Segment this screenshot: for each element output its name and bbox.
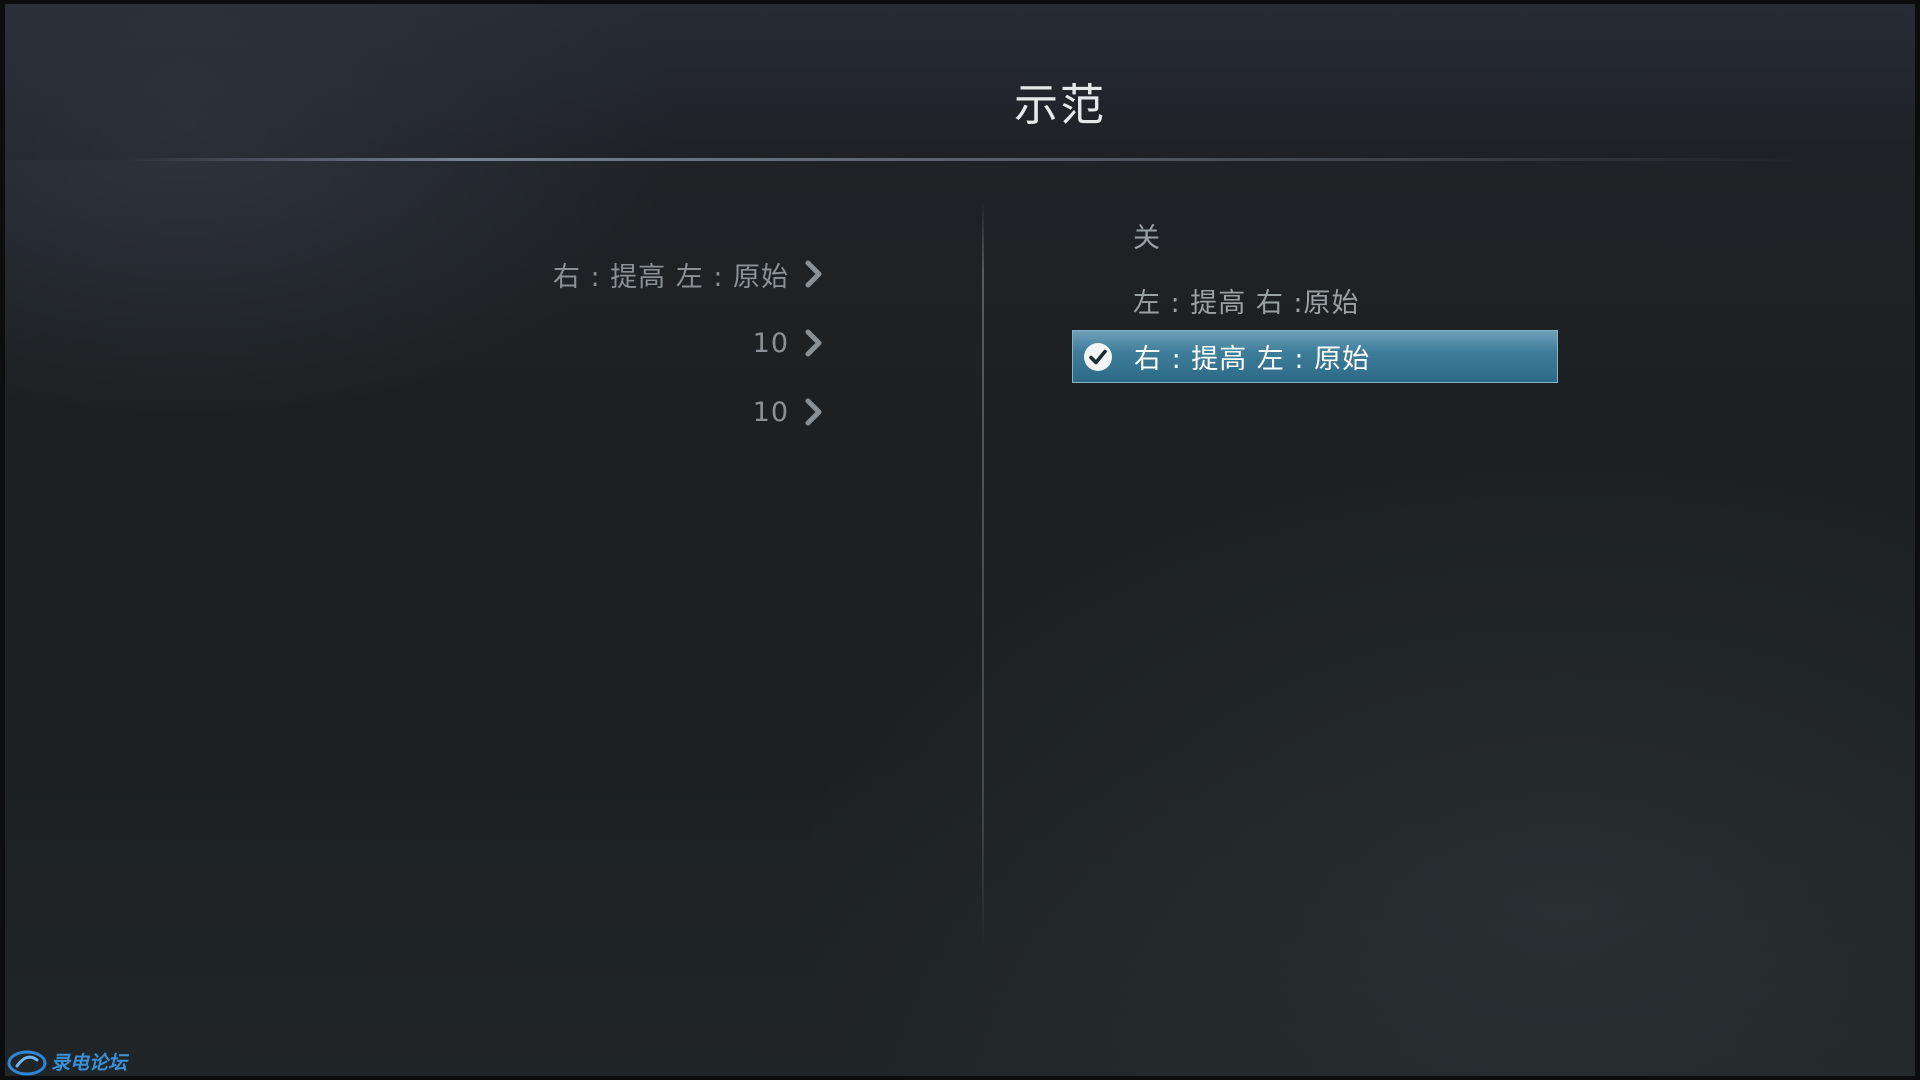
column-divider xyxy=(982,200,984,952)
chevron-right-icon xyxy=(805,329,822,357)
setting-value: 10 xyxy=(752,396,789,428)
setting-row-level-2[interactable]: 10 xyxy=(753,388,825,436)
forum-logo-icon xyxy=(7,1050,47,1076)
option-item-off[interactable]: 关 xyxy=(1072,210,1558,260)
watermark: 录电论坛 xyxy=(7,1046,127,1076)
option-label: 关 xyxy=(1133,222,1161,254)
check-circle-icon xyxy=(1084,343,1112,371)
chevron-right-icon xyxy=(805,260,822,288)
setting-row-level-1[interactable]: 10 xyxy=(753,319,825,367)
option-item-left-boost[interactable]: 左 : 提高 右 :原始 xyxy=(1072,275,1558,325)
watermark-text: 录电论坛 xyxy=(51,1052,128,1074)
option-label: 左 : 提高 右 :原始 xyxy=(1133,287,1360,319)
title-divider xyxy=(125,158,1815,161)
tv-settings-screen: 示范 右 : 提高 左 : 原始 10 10 关 左 : 提高 右 :原始 右 … xyxy=(5,4,1915,1076)
option-item-right-boost-selected[interactable]: 右 : 提高 左 : 原始 xyxy=(1072,330,1558,383)
setting-value: 右 : 提高 左 : 原始 xyxy=(552,261,789,293)
page-title: 示范 xyxy=(1014,80,1106,131)
chevron-right-icon xyxy=(805,398,822,426)
setting-row-mode[interactable]: 右 : 提高 左 : 原始 xyxy=(553,250,825,298)
option-label: 右 : 提高 左 : 原始 xyxy=(1134,344,1371,375)
setting-value: 10 xyxy=(752,327,789,359)
